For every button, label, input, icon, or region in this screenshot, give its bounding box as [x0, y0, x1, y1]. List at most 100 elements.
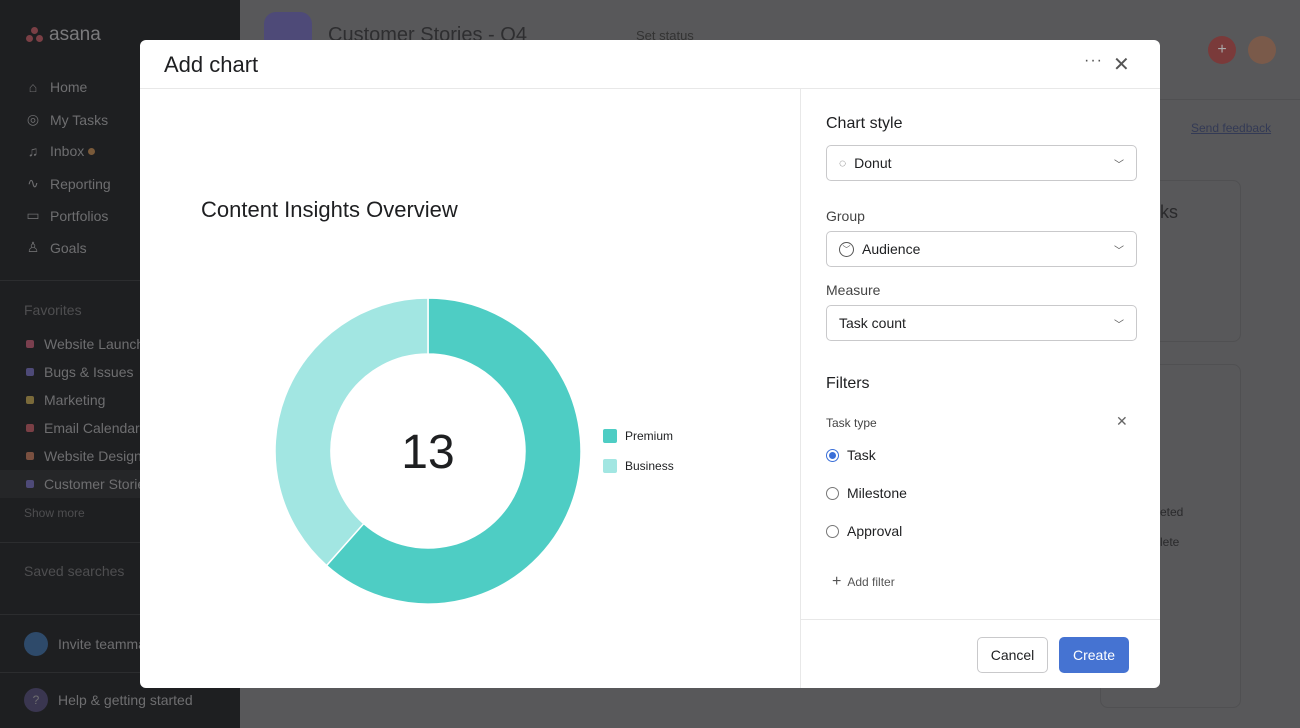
cancel-button[interactable]: Cancel [977, 637, 1048, 673]
create-button[interactable]: Create [1059, 637, 1129, 673]
home-icon: ⌂ [28, 79, 38, 95]
chevron-circle-icon: ﹀ [839, 241, 854, 257]
filters-title: Filters [826, 375, 870, 392]
chart-style-title: Chart style [826, 115, 903, 132]
color-dot [26, 368, 34, 376]
radio-label: Task [847, 447, 876, 463]
notification-dot [88, 147, 96, 155]
add-button[interactable]: + [1208, 36, 1236, 64]
question-icon: ? [24, 688, 48, 712]
nav-label: Reporting [50, 175, 111, 192]
color-dot [26, 452, 34, 460]
add-chart-modal: Add chart ··· ✕ Content Insights Overvie… [140, 40, 1160, 688]
favorite-label: Customer Stories [44, 476, 153, 492]
asana-logo[interactable]: asana [26, 24, 101, 46]
chart-settings-panel: Chart style ◌ Donut ﹀ Group ﹀ Audience ﹀ Mea… [800, 89, 1160, 619]
select-value: Task count [839, 315, 906, 331]
help-label: Help & getting started [58, 692, 193, 708]
help-button[interactable]: ? Help & getting started [24, 688, 193, 712]
list-text: eted [1160, 505, 1184, 519]
avatar[interactable] [1248, 36, 1276, 64]
send-feedback-link[interactable]: Send feedback [1191, 121, 1271, 135]
chart-style-select[interactable]: ◌ Donut ﹀ [826, 145, 1137, 181]
chevron-down-icon: ﹀ [1114, 159, 1124, 171]
nav-label: Portfolios [50, 207, 109, 224]
card-title: ks [1160, 202, 1178, 222]
sidebar-item-inbox[interactable]: ♫ Inbox [24, 143, 96, 159]
logo-icon [26, 27, 44, 43]
radio-button[interactable] [826, 524, 839, 538]
person-icon: ♙ [26, 239, 40, 255]
plus-icon: + [832, 573, 842, 590]
radio-button[interactable] [826, 486, 839, 500]
nav-label: Inbox [50, 143, 85, 159]
legend-swatch [603, 459, 617, 473]
donut-chart [274, 297, 582, 605]
group-select[interactable]: ﹀ Audience ﹀ [826, 231, 1137, 267]
list-text: lete [1160, 535, 1180, 549]
sidebar-item-my-tasks[interactable]: ◎ My Tasks [24, 111, 108, 128]
logo-text: asana [49, 24, 101, 45]
measure-select[interactable]: Task count ﹀ [826, 305, 1137, 341]
favorite-label: Bugs & Issues [44, 364, 134, 380]
show-more-link[interactable]: Show more [24, 506, 85, 520]
radio-button[interactable] [826, 448, 839, 462]
chevron-down-icon: ﹀ [1114, 319, 1124, 331]
legend-label: Premium [625, 429, 674, 443]
favorite-item[interactable]: Email Calendar [26, 420, 140, 436]
color-dot [26, 424, 34, 432]
legend-item-business: Business [603, 459, 674, 473]
bell-icon: ♫ [27, 143, 39, 159]
color-dot [26, 340, 34, 348]
group-label: Group [826, 208, 865, 224]
chart-preview: Content Insights Overview 13 Premium Bus… [140, 89, 800, 688]
modal-footer: Cancel Create [800, 619, 1160, 688]
radio-approval[interactable]: Approval [826, 523, 902, 539]
measure-label: Measure [826, 282, 881, 298]
remove-filter-icon[interactable]: ✕ [1116, 413, 1128, 430]
more-options-icon[interactable]: ··· [1084, 52, 1103, 70]
favorite-item[interactable]: Bugs & Issues [26, 364, 134, 380]
sidebar-item-home[interactable]: ⌂ Home [24, 79, 88, 95]
check-circle-icon: ◎ [26, 111, 40, 127]
favorite-item[interactable]: Customer Stories [26, 476, 152, 492]
bar-chart-icon [26, 396, 34, 404]
radio-label: Milestone [847, 485, 907, 501]
color-dot [26, 480, 34, 488]
modal-header: Add chart ··· ✕ [140, 40, 1160, 89]
select-value: Donut [854, 155, 892, 171]
chart-line-icon: ∿ [27, 175, 39, 191]
radio-task[interactable]: Task [826, 447, 876, 463]
legend-swatch [603, 429, 617, 443]
legend-item-premium: Premium [603, 429, 673, 443]
nav-label: Goals [50, 239, 87, 256]
favorite-item[interactable]: Website Launch [26, 336, 144, 352]
select-value: Audience [862, 241, 921, 257]
favorites-title: Favorites [24, 302, 82, 318]
radio-label: Approval [847, 523, 903, 539]
favorite-label: Website Design [44, 448, 142, 464]
modal-title: Add chart [164, 52, 259, 77]
avatar-icon [24, 632, 48, 656]
sidebar-item-portfolios[interactable]: ▭ Portfolios [24, 207, 108, 224]
close-icon[interactable]: ✕ [1113, 52, 1130, 77]
sidebar-item-reporting[interactable]: ∿ Reporting [24, 175, 111, 192]
favorite-item[interactable]: Website Design [26, 448, 142, 464]
nav-label: My Tasks [50, 111, 109, 128]
nav-label: Home [50, 79, 88, 95]
radio-milestone[interactable]: Milestone [826, 485, 907, 501]
sidebar-item-goals[interactable]: ♙ Goals [24, 239, 87, 256]
favorite-label: Marketing [44, 392, 106, 408]
task-type-label: Task type [826, 416, 877, 430]
favorite-label: Email Calendar [44, 420, 140, 436]
favorite-label: Website Launch [44, 336, 145, 352]
chevron-down-icon: ﹀ [1114, 245, 1124, 257]
favorite-item[interactable]: Marketing [26, 392, 105, 408]
legend-label: Business [625, 459, 674, 473]
donut-icon: ◌ [839, 156, 847, 170]
add-filter-button[interactable]: + Add filter [832, 573, 895, 591]
saved-searches-title: Saved searches [24, 563, 125, 579]
add-filter-label: Add filter [847, 575, 895, 589]
donut-center-value: 13 [401, 426, 455, 479]
folder-icon: ▭ [26, 207, 40, 223]
